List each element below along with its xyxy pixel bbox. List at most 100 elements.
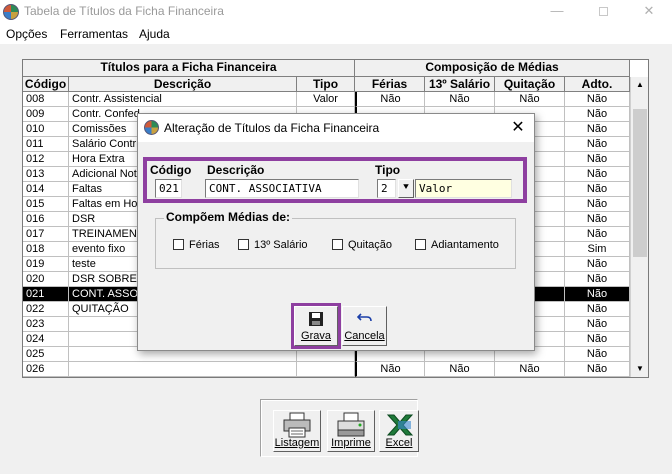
tipo-lookup-button[interactable]: ⯆ [398,179,414,198]
menu-opcoes[interactable]: Opções [6,27,47,41]
cell-adto: Não [565,167,630,182]
cell-adto: Não [565,212,630,227]
column-header-codigo[interactable]: Código [23,77,69,92]
cell-adto: Não [565,152,630,167]
cell-descricao [69,362,297,377]
cell-adto: Não [565,272,630,287]
dialog-close-button[interactable]: ✕ [504,116,532,140]
save-icon [309,312,323,326]
printer-icon [283,412,311,438]
cancela-button[interactable]: Cancela [342,306,387,346]
cell-decimo: Não [425,362,495,377]
tipo-label: Tipo [375,163,401,177]
cell-adto: Não [565,227,630,242]
menu-ferramentas[interactable]: Ferramentas [60,27,128,41]
column-header-quitacao[interactable]: Quitação [495,77,565,92]
tipo-code-field[interactable]: 2 [377,179,396,198]
cell-tipo [297,362,355,377]
bottom-toolbar: Listagem Imprime Excel [260,399,419,457]
cell-adto: Não [565,317,630,332]
app-icon [144,120,159,135]
maximize-button[interactable] [580,0,626,24]
cell-tipo: Valor [297,92,355,107]
cell-decimo: Não [425,92,495,107]
column-header-descricao[interactable]: Descrição [69,77,297,92]
column-header-adto[interactable]: Adto. [565,77,630,92]
adiantamento-checkbox[interactable]: Adiantamento [415,239,499,251]
medias-groupbox: Compõem Médias de: Férias 13º Salário Qu… [155,210,516,269]
cell-codigo: 021 [23,287,69,302]
listagem-button[interactable]: Listagem [273,410,321,452]
dialog-title: Alteração de Títulos da Ficha Financeira [164,121,380,135]
cell-adto: Não [565,182,630,197]
undo-icon [356,313,372,322]
printer-icon [337,412,365,437]
vertical-scrollbar[interactable]: ▲ ▼ [630,77,648,377]
cell-codigo: 017 [23,227,69,242]
grava-button[interactable]: Grava [294,306,338,346]
column-header-ferias[interactable]: Férias [355,77,425,92]
ferias-checkbox-label: Férias [189,239,220,251]
tipo-text-field: Valor [415,179,512,198]
maximize-icon [598,7,608,17]
cell-codigo: 010 [23,122,69,137]
cell-codigo: 022 [23,302,69,317]
cell-adto: Sim [565,242,630,257]
ferias-checkbox[interactable]: Férias [173,239,220,251]
close-icon: ✕ [643,3,655,18]
window-title: Tabela de Títulos da Ficha Financeira [24,4,224,18]
group-header-titulos: Títulos para a Ficha Financeira [23,60,355,77]
cell-ferias: Não [355,92,425,107]
close-icon: ✕ [511,119,525,136]
minimize-button[interactable]: — [534,0,580,24]
cell-adto: Não [565,107,630,122]
scroll-down-icon[interactable]: ▼ [631,361,648,377]
codigo-label: Código [150,163,192,177]
adiantamento-checkbox-label: Adiantamento [431,239,499,251]
medias-group-title: Compõem Médias de: [164,210,293,224]
cell-adto: Não [565,257,630,272]
cell-codigo: 015 [23,197,69,212]
cell-codigo: 014 [23,182,69,197]
scroll-up-icon[interactable]: ▲ [631,77,648,93]
cell-codigo: 009 [23,107,69,122]
window-titlebar: Tabela de Títulos da Ficha Financeira — … [0,0,672,24]
cell-adto: Não [565,137,630,152]
cell-codigo: 018 [23,242,69,257]
scroll-thumb[interactable] [633,109,647,257]
cell-adto: Não [565,92,630,107]
grava-label: Grava [301,330,331,342]
excel-button[interactable]: Excel [379,410,419,452]
cell-quitacao: Não [495,92,565,107]
cell-adto: Não [565,332,630,347]
decimo-checkbox-label: 13º Salário [254,239,308,251]
excel-icon [386,414,414,436]
column-header-tipo[interactable]: Tipo [297,77,355,92]
excel-label: Excel [385,437,413,449]
cell-codigo: 026 [23,362,69,377]
codigo-field[interactable]: 021 [155,179,182,198]
minimize-icon: — [550,3,564,18]
listagem-label: Listagem [274,437,320,449]
cell-descricao: Contr. Assistencial [69,92,297,107]
descricao-field[interactable]: CONT. ASSOCIATIVA [205,179,359,198]
app-icon [3,4,19,20]
close-button[interactable]: ✕ [626,0,672,24]
decimo-checkbox[interactable]: 13º Salário [238,239,308,251]
group-header-medias: Composição de Médias [355,60,630,77]
imprime-button[interactable]: Imprime [327,410,375,452]
cell-adto: Não [565,347,630,362]
column-header-decimo[interactable]: 13º Salário [425,77,495,92]
menu-ajuda[interactable]: Ajuda [139,27,170,41]
cell-codigo: 012 [23,152,69,167]
cell-codigo: 008 [23,92,69,107]
cell-codigo: 016 [23,212,69,227]
cell-adto: Não [565,287,630,302]
quitacao-checkbox[interactable]: Quitação [332,239,392,251]
imprime-label: Imprime [331,437,371,449]
cell-quitacao: Não [495,362,565,377]
descricao-label: Descrição [207,163,265,177]
quitacao-checkbox-label: Quitação [348,239,393,251]
cell-codigo: 023 [23,317,69,332]
cell-codigo: 024 [23,332,69,347]
